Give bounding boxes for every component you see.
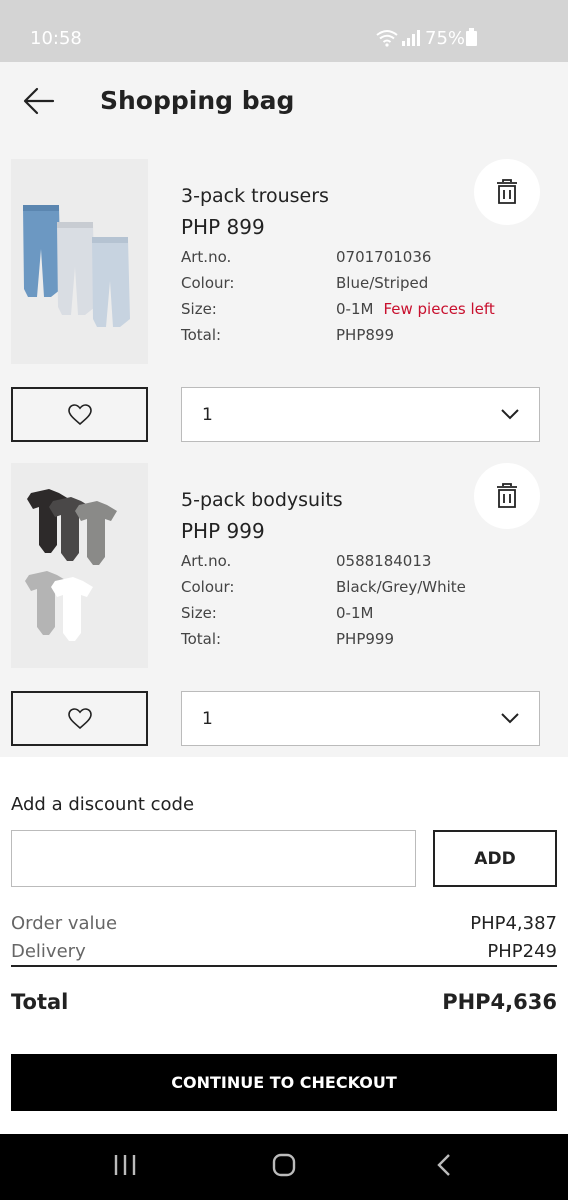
header: Shopping bag xyxy=(0,62,568,142)
trash-icon xyxy=(497,179,517,204)
bag-item: 3-pack trousers PHP 899 Art.no. 07017010… xyxy=(0,159,568,444)
discount-code-input[interactable] xyxy=(11,830,416,887)
attr-label-size: Size: xyxy=(181,300,217,318)
order-value-label: Order value xyxy=(11,913,118,934)
chevron-down-icon xyxy=(501,713,519,724)
heart-icon xyxy=(68,708,92,730)
attr-label-art-no: Art.no. xyxy=(181,248,232,266)
quantity-select[interactable]: 1 xyxy=(181,691,540,746)
attr-value-size: 0-1M Few pieces left xyxy=(336,300,495,318)
continue-to-checkout-button[interactable]: CONTINUE TO CHECKOUT xyxy=(11,1054,557,1111)
home-icon[interactable] xyxy=(271,1152,297,1178)
battery-icon xyxy=(466,28,477,46)
quantity-value: 1 xyxy=(202,405,213,425)
navigation-bar xyxy=(0,1134,568,1200)
wifi-icon xyxy=(376,30,398,47)
attr-label-total: Total: xyxy=(181,326,222,344)
favourite-button[interactable] xyxy=(11,387,148,442)
recent-apps-icon[interactable] xyxy=(113,1152,137,1178)
attr-value-colour: Black/Grey/White xyxy=(336,578,466,596)
attr-value-total: PHP999 xyxy=(336,630,395,648)
bag-item: 5-pack bodysuits PHP 999 Art.no. 0588184… xyxy=(0,463,568,748)
page-title: Shopping bag xyxy=(100,86,295,115)
discount-label: Add a discount code xyxy=(11,794,195,815)
size-value: 0-1M xyxy=(336,300,374,318)
order-value: PHP4,387 xyxy=(470,913,557,934)
quantity-select[interactable]: 1 xyxy=(181,387,540,442)
attr-label-colour: Colour: xyxy=(181,578,235,596)
order-summary: Add a discount code ADD Order value PHP4… xyxy=(0,757,568,1134)
stock-warning: Few pieces left xyxy=(383,300,495,318)
delivery-label: Delivery xyxy=(11,941,86,962)
attr-label-total: Total: xyxy=(181,630,222,648)
attr-value-size: 0-1M xyxy=(336,604,374,622)
delete-button[interactable] xyxy=(474,159,540,225)
quantity-value: 1 xyxy=(202,709,213,729)
heart-icon xyxy=(68,404,92,426)
attr-value-colour: Blue/Striped xyxy=(336,274,429,292)
attr-label-art-no: Art.no. xyxy=(181,552,232,570)
favourite-button[interactable] xyxy=(11,691,148,746)
attr-label-size: Size: xyxy=(181,604,217,622)
back-nav-icon[interactable] xyxy=(433,1152,455,1178)
bodysuits-illustration xyxy=(11,463,148,668)
add-discount-button[interactable]: ADD xyxy=(433,830,557,887)
product-name[interactable]: 3-pack trousers xyxy=(181,185,329,207)
product-price: PHP 999 xyxy=(181,519,265,543)
signal-icon xyxy=(402,30,420,46)
back-arrow-icon[interactable] xyxy=(22,84,56,118)
product-price: PHP 899 xyxy=(181,215,265,239)
summary-divider xyxy=(11,965,557,967)
battery-percentage: 75% xyxy=(425,28,466,49)
total-label: Total xyxy=(11,990,69,1014)
trousers-illustration xyxy=(11,159,148,364)
attr-value-art-no: 0588184013 xyxy=(336,552,432,570)
product-image-trousers[interactable] xyxy=(11,159,148,364)
status-bar: 10:58 75% xyxy=(0,0,568,62)
delivery-value: PHP249 xyxy=(487,941,557,962)
attr-value-art-no: 0701701036 xyxy=(336,248,432,266)
product-name[interactable]: 5-pack bodysuits xyxy=(181,489,343,511)
attr-label-colour: Colour: xyxy=(181,274,235,292)
attr-value-total: PHP899 xyxy=(336,326,395,344)
total-value: PHP4,636 xyxy=(442,990,557,1014)
chevron-down-icon xyxy=(501,409,519,420)
delete-button[interactable] xyxy=(474,463,540,529)
product-image-bodysuits[interactable] xyxy=(11,463,148,668)
status-time: 10:58 xyxy=(30,28,82,49)
trash-icon xyxy=(497,483,517,508)
